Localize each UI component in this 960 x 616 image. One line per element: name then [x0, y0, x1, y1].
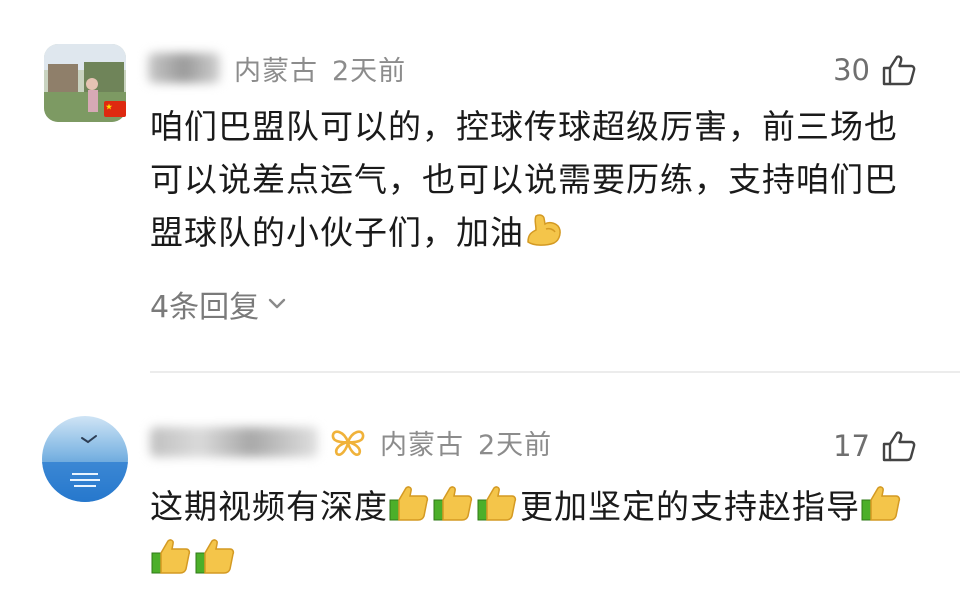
comment-2: 内蒙古 2天前 17 这期视频有深度 更加坚定的支持赵指导 — [0, 400, 960, 616]
thumbs-up-outline-icon — [882, 55, 916, 86]
avatar[interactable] — [42, 416, 128, 502]
thumbs-up-icon — [477, 486, 517, 521]
butterfly-icon — [331, 430, 365, 456]
china-flag-icon — [104, 101, 126, 117]
thumbs-up-icon — [151, 539, 191, 574]
comment-divider — [150, 371, 960, 373]
thumbs-up-icon — [861, 486, 901, 521]
comment-meta: 内蒙古 2天前 — [150, 422, 552, 462]
username-blurred[interactable] — [150, 427, 318, 457]
location-label: 内蒙古 — [380, 429, 464, 461]
comment-1: 内蒙古 2天前 30 咱们巴盟队可以的，控球传球超级厉害，前三场也可以说差点运气… — [0, 0, 960, 370]
location-label: 内蒙古 — [234, 55, 318, 87]
thumbs-up-icon — [433, 486, 473, 521]
replies-toggle[interactable]: 4条回复 — [150, 282, 287, 326]
chevron-down-icon — [268, 298, 286, 309]
like-count: 17 — [833, 429, 870, 463]
comment-body: 这期视频有深度 更加坚定的支持赵指导 — [150, 480, 920, 586]
avatar-photo — [42, 416, 128, 502]
replies-label: 4条回复 — [150, 290, 260, 325]
comment-text-part1: 这期视频有深度 — [150, 487, 388, 526]
like-count: 30 — [833, 53, 870, 87]
thumbs-up-icon — [195, 539, 235, 574]
like-button[interactable]: 17 — [833, 426, 916, 466]
comment-meta: 内蒙古 2天前 — [148, 48, 406, 88]
username-blurred[interactable] — [148, 53, 220, 83]
time-label: 2天前 — [332, 55, 407, 87]
thumbs-up-icon — [389, 486, 429, 521]
like-button[interactable]: 30 — [833, 50, 916, 90]
flexed-biceps-icon — [527, 214, 561, 246]
comment-body: 咱们巴盟队可以的，控球传球超级厉害，前三场也可以说差点运气，也可以说需要历练，支… — [150, 100, 920, 259]
time-label: 2天前 — [478, 429, 553, 461]
thumbs-up-outline-icon — [882, 431, 916, 462]
comment-text-part2: 更加坚定的支持赵指导 — [520, 487, 860, 526]
